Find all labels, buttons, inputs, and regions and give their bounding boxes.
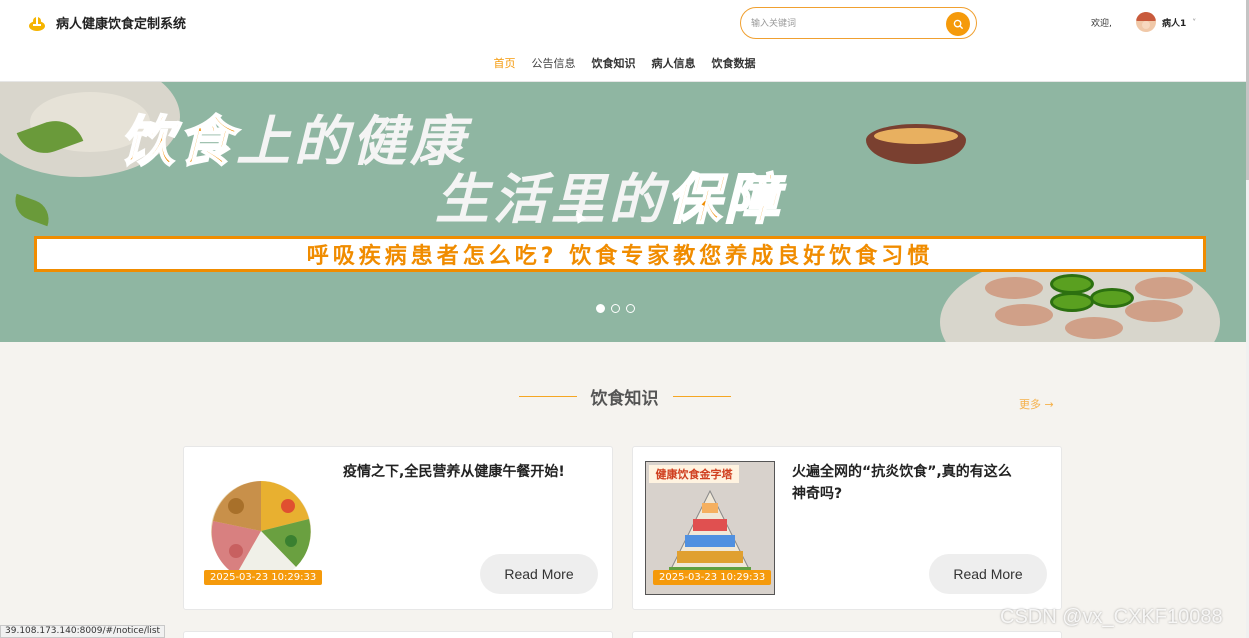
browser-status-url: 39.108.173.140:8009/#/notice/list xyxy=(0,625,166,638)
carousel-dots xyxy=(596,304,635,313)
banner-slogan-line1: 饮食上的健康 xyxy=(119,110,468,173)
logo-icon xyxy=(29,16,45,31)
read-more-button[interactable]: Read More xyxy=(929,554,1047,594)
article-card[interactable]: 疫情之下,全民营养从健康午餐开始! 2025-03-23 10:29:33 Re… xyxy=(183,446,613,610)
food-decoration xyxy=(1135,277,1193,299)
hero-banner[interactable]: 饮食上的健康 生活里的保障 呼吸疾病患者怎么吃? 饮食专家教您养成良好饮食习惯 xyxy=(0,82,1246,342)
search-input[interactable] xyxy=(751,14,941,34)
banner-subtitle: 呼吸疾病患者怎么吃? 饮食专家教您养成良好饮食习惯 xyxy=(306,244,934,269)
article-card[interactable] xyxy=(632,631,1062,638)
section-title: 饮食知识 xyxy=(590,389,659,409)
slogan-plain: 生活里的 xyxy=(435,168,667,231)
carousel-dot-3[interactable] xyxy=(626,304,635,313)
search-button[interactable] xyxy=(946,12,970,36)
main-nav: 首页 公告信息 饮食知识 病人信息 饮食数据 xyxy=(0,55,1249,71)
read-more-button[interactable]: Read More xyxy=(480,554,598,594)
food-decoration xyxy=(985,277,1043,299)
title-divider xyxy=(672,396,731,397)
title-divider xyxy=(518,396,577,397)
article-date: 2025-03-23 10:29:33 xyxy=(204,570,323,585)
food-decoration xyxy=(995,304,1053,326)
carousel-dot-1[interactable] xyxy=(596,304,605,313)
welcome-text: 欢迎, xyxy=(1091,19,1112,29)
site-header: 病人健康饮食定制系统 欢迎, 病人1 ˅ 首页 公告信息 饮食知识 病人信息 饮… xyxy=(0,0,1249,82)
search-icon xyxy=(953,19,963,29)
pyramid-label: 健康饮食金字塔 xyxy=(656,467,734,481)
article-date: 2025-03-23 10:29:33 xyxy=(653,570,772,585)
nav-item-notices[interactable]: 公告信息 xyxy=(524,55,584,71)
slogan-plain: 上的健康 xyxy=(236,110,468,173)
nav-item-patient-info[interactable]: 病人信息 xyxy=(644,55,704,71)
user-menu[interactable]: 病人1 ˅ xyxy=(1136,12,1196,32)
article-title[interactable]: 火遍全网的“抗炎饮食”,真的有这么神奇吗? xyxy=(792,461,1022,505)
nav-item-home[interactable]: 首页 xyxy=(486,55,524,71)
food-decoration xyxy=(1125,300,1183,322)
food-decoration xyxy=(1065,317,1123,339)
section-header: 饮食知识 xyxy=(0,384,1249,409)
nav-item-diet-data[interactable]: 饮食数据 xyxy=(704,55,764,71)
user-name: 病人1 xyxy=(1162,18,1187,29)
slogan-highlight: 饮食 xyxy=(119,110,236,173)
bowl-decoration xyxy=(866,124,966,164)
article-title[interactable]: 疫情之下,全民营养从健康午餐开始! xyxy=(343,461,573,483)
article-card[interactable] xyxy=(183,631,613,638)
chevron-down-icon: ˅ xyxy=(1192,17,1197,27)
cucumber-decoration xyxy=(1050,292,1094,312)
search-box xyxy=(740,7,977,39)
site-title: 病人健康饮食定制系统 xyxy=(56,17,187,32)
article-card[interactable]: 健康饮食金字塔 火遍全网的“抗炎饮食”,真的有这么神奇吗? 2025-03-23… xyxy=(632,446,1062,610)
site-logo[interactable]: 病人健康饮食定制系统 xyxy=(28,13,186,32)
carousel-dot-2[interactable] xyxy=(611,304,620,313)
avatar xyxy=(1136,12,1156,32)
nav-item-diet-knowledge[interactable]: 饮食知识 xyxy=(584,55,644,71)
cucumber-decoration xyxy=(1090,288,1134,308)
leaf-decoration xyxy=(9,193,55,227)
watermark-text: CSDN @vx_CXKF10088 xyxy=(1000,606,1223,628)
banner-slogan-line2: 生活里的保障 xyxy=(435,168,783,231)
more-link[interactable]: 更多 → xyxy=(1019,396,1054,412)
slogan-highlight: 保障 xyxy=(666,168,783,231)
banner-subtitle-box: 呼吸疾病患者怎么吃? 饮食专家教您养成良好饮食习惯 xyxy=(34,236,1206,272)
cucumber-decoration xyxy=(1050,274,1094,294)
